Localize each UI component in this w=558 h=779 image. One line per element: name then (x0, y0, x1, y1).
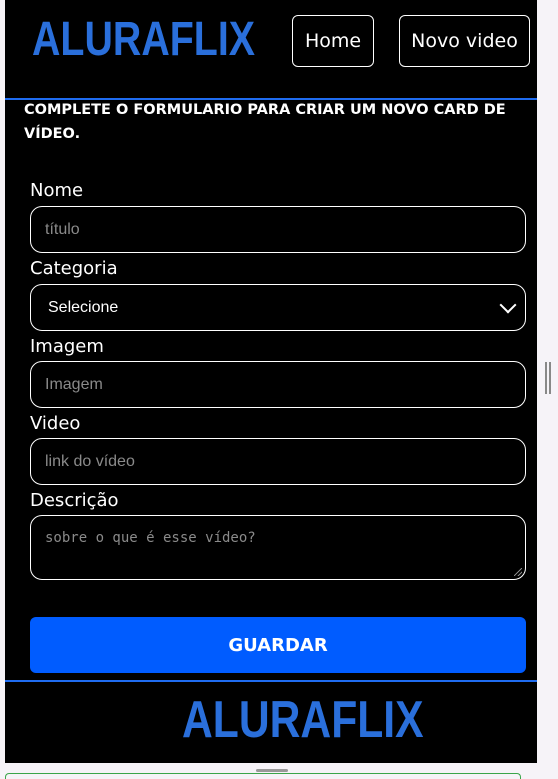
name-label: Nome (30, 180, 84, 201)
image-label: Imagem (30, 336, 104, 357)
resize-handle-icon[interactable] (514, 568, 522, 576)
form-title: COMPLETE O FORMULARIO PARA CRIAR UM NOVO… (24, 102, 506, 142)
new-video-button[interactable]: Novo video (399, 15, 530, 67)
footer-logo: ALURAFLIX (182, 691, 424, 749)
chevron-down-icon (499, 296, 517, 313)
name-placeholder: título (45, 220, 80, 238)
description-placeholder: sobre o que é esse vídeo? (45, 530, 256, 546)
description-textarea[interactable]: sobre o que é esse vídeo? (30, 515, 526, 580)
image-placeholder: Imagem (45, 375, 103, 393)
image-input[interactable]: Imagem (30, 361, 526, 408)
video-placeholder: link do vídeo (45, 452, 135, 470)
category-select[interactable]: Selecione (30, 284, 526, 331)
window-edge (5, 773, 521, 779)
logo[interactable]: ALURAFLIX (32, 16, 255, 64)
video-label: Video (30, 413, 81, 434)
name-input[interactable]: título (30, 206, 526, 253)
header: ALURAFLIX Home Novo video (5, 0, 537, 100)
category-label: Categoria (30, 258, 118, 279)
save-button[interactable]: GUARDAR (30, 617, 526, 673)
video-input[interactable]: link do vídeo (30, 438, 526, 485)
resize-grip-icon[interactable] (256, 769, 288, 772)
home-button[interactable]: Home (292, 15, 374, 67)
scrollbar-handle[interactable] (545, 362, 551, 394)
footer: ALURAFLIX (5, 680, 537, 763)
description-label: Descrição (30, 490, 119, 511)
app-container: ALURAFLIX Home Novo video COMPLETE O FOR… (5, 0, 537, 763)
category-selected-value: Selecione (48, 298, 119, 316)
